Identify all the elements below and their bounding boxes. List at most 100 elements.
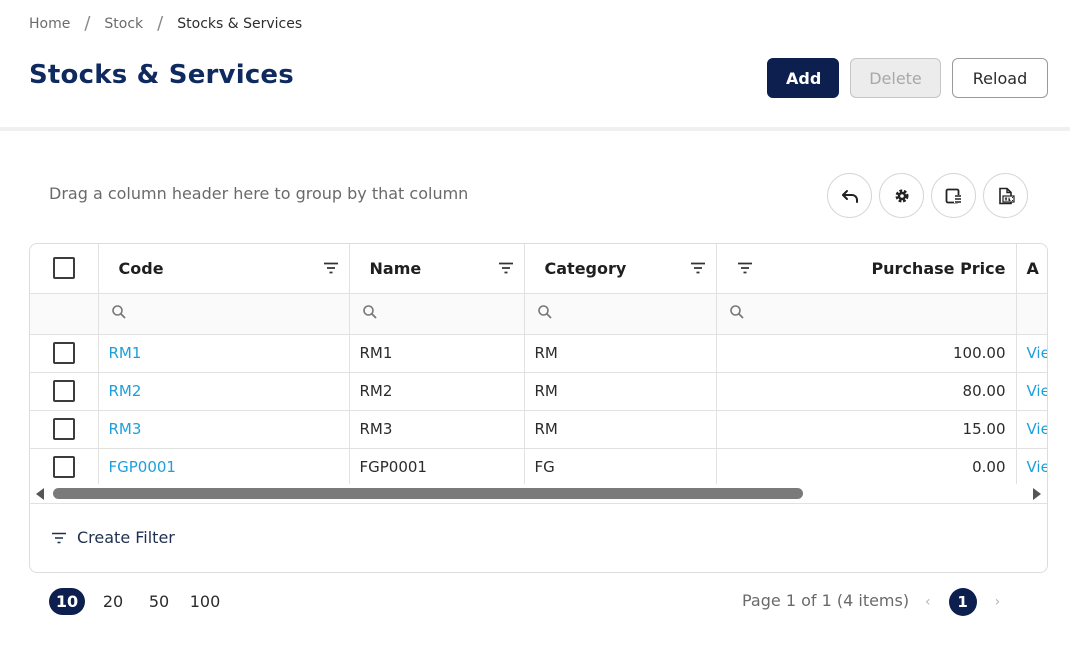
page-actions: Add Delete Reload <box>767 58 1048 98</box>
row-select-cell <box>30 448 99 487</box>
cell-purchase-price: 15.00 <box>716 410 1017 449</box>
row-checkbox[interactable] <box>52 342 75 364</box>
page-size-option[interactable]: 20 <box>95 588 131 615</box>
cell-name: RM3 <box>349 410 525 449</box>
page-size-selector: 10 20 50 100 <box>49 588 223 615</box>
cell-code: RM3 <box>98 410 350 449</box>
horizontal-scrollbar[interactable] <box>30 484 1047 504</box>
column-chooser-icon <box>945 188 962 203</box>
filter-icon[interactable] <box>737 262 753 274</box>
page-size-option[interactable]: 10 <box>49 588 85 615</box>
row-select-cell <box>30 410 99 449</box>
scroll-right-icon[interactable] <box>1033 488 1041 500</box>
row-checkbox[interactable] <box>52 380 75 402</box>
row-checkbox[interactable] <box>52 418 75 440</box>
code-link[interactable]: FGP0001 <box>109 458 176 476</box>
filter-icon[interactable] <box>323 262 339 274</box>
breadcrumb-separator: / <box>84 13 91 34</box>
filter-icon <box>52 532 66 543</box>
search-icon <box>729 304 744 319</box>
filter-cell-code[interactable] <box>98 293 350 335</box>
delete-button[interactable]: Delete <box>850 58 941 98</box>
page-size-option[interactable]: 50 <box>141 588 177 615</box>
scroll-left-icon[interactable] <box>36 488 44 500</box>
settings-button[interactable] <box>879 173 924 218</box>
row-select-cell <box>30 334 99 373</box>
cell-category: RM <box>524 372 717 411</box>
reload-button[interactable]: Reload <box>952 58 1048 98</box>
view-link[interactable]: View <box>1016 334 1047 373</box>
view-link[interactable]: View <box>1016 410 1047 449</box>
header-divider <box>0 127 1070 131</box>
header-row: Code Name Category Purchase Price A <box>30 244 1047 294</box>
table-row[interactable]: RM2 RM2 RM 80.00 View <box>30 372 1047 411</box>
create-filter-button[interactable]: Create Filter <box>51 528 175 547</box>
gear-icon <box>895 189 908 202</box>
select-all-cell <box>30 244 99 294</box>
cell-category: RM <box>524 334 717 373</box>
filter-cell-category[interactable] <box>524 293 717 335</box>
search-icon <box>362 304 377 319</box>
view-link[interactable]: View <box>1016 372 1047 411</box>
column-header-label: Purchase Price <box>871 258 1006 278</box>
scrollbar-thumb[interactable] <box>53 488 803 499</box>
column-header-label: Category <box>544 258 627 278</box>
code-link[interactable]: RM1 <box>109 344 142 362</box>
filter-cell-empty <box>30 293 99 335</box>
column-header-label: Code <box>118 258 164 278</box>
pager-info: Page 1 of 1 (4 items) <box>742 591 910 610</box>
cell-name: RM1 <box>349 334 525 373</box>
code-link[interactable]: RM3 <box>109 420 142 438</box>
page-size-option[interactable]: 100 <box>187 588 223 615</box>
code-link[interactable]: RM2 <box>109 382 142 400</box>
cell-purchase-price: 80.00 <box>716 372 1017 411</box>
search-icon <box>111 304 126 319</box>
next-page-button[interactable]: › <box>995 594 1001 610</box>
breadcrumb-current: Stocks & Services <box>177 16 303 32</box>
page-number-current[interactable]: 1 <box>948 588 977 616</box>
column-header-purchase-price[interactable]: Purchase Price <box>716 244 1017 294</box>
column-header-label: A <box>1026 258 1039 278</box>
filter-cell-name[interactable] <box>349 293 525 335</box>
row-select-cell <box>30 372 99 411</box>
table-row[interactable]: RM3 RM3 RM 15.00 View <box>30 410 1047 449</box>
cell-code: RM2 <box>98 372 350 411</box>
breadcrumb-home[interactable]: Home <box>29 16 70 32</box>
page-title: Stocks & Services <box>29 60 294 90</box>
filter-icon[interactable] <box>690 262 706 274</box>
column-header-label: Name <box>369 258 422 278</box>
filter-icon[interactable] <box>498 262 514 274</box>
cell-purchase-price: 0.00 <box>716 448 1017 487</box>
table-row[interactable]: RM1 RM1 RM 100.00 View <box>30 334 1047 373</box>
select-all-checkbox[interactable] <box>52 257 75 280</box>
table-row[interactable]: FGP0001 FGP0001 FG 0.00 View <box>30 448 1047 487</box>
breadcrumb-stock[interactable]: Stock <box>104 16 143 32</box>
row-checkbox[interactable] <box>52 456 75 478</box>
search-icon <box>537 304 552 319</box>
column-chooser-button[interactable] <box>931 173 976 218</box>
cell-name: FGP0001 <box>349 448 525 487</box>
filter-cell-purchase-price[interactable] <box>716 293 1017 335</box>
filter-row <box>30 293 1047 335</box>
add-button[interactable]: Add <box>767 58 839 98</box>
column-header-category[interactable]: Category <box>524 244 717 294</box>
cell-name: RM2 <box>349 372 525 411</box>
cell-category: RM <box>524 410 717 449</box>
cell-code: FGP0001 <box>98 448 350 487</box>
group-panel[interactable]: Drag a column header here to group by th… <box>49 184 468 203</box>
grid-toolbar <box>827 173 1028 218</box>
create-filter-label: Create Filter <box>77 528 175 547</box>
grid-table: Code Name Category Purchase Price A RM1 … <box>30 244 1047 487</box>
column-header-name[interactable]: Name <box>349 244 525 294</box>
cell-purchase-price: 100.00 <box>716 334 1017 373</box>
filter-cell-action <box>1016 293 1047 335</box>
export-excel-button[interactable] <box>983 173 1028 218</box>
pager-navigation: ‹ 1 › <box>925 588 1000 616</box>
data-grid: Code Name Category Purchase Price A RM1 … <box>29 243 1048 573</box>
column-header-code[interactable]: Code <box>98 244 350 294</box>
undo-button[interactable] <box>827 173 872 218</box>
export-excel-icon <box>998 187 1015 204</box>
column-header-action[interactable]: A <box>1016 244 1047 294</box>
view-link[interactable]: View <box>1016 448 1047 487</box>
prev-page-button[interactable]: ‹ <box>925 594 931 610</box>
